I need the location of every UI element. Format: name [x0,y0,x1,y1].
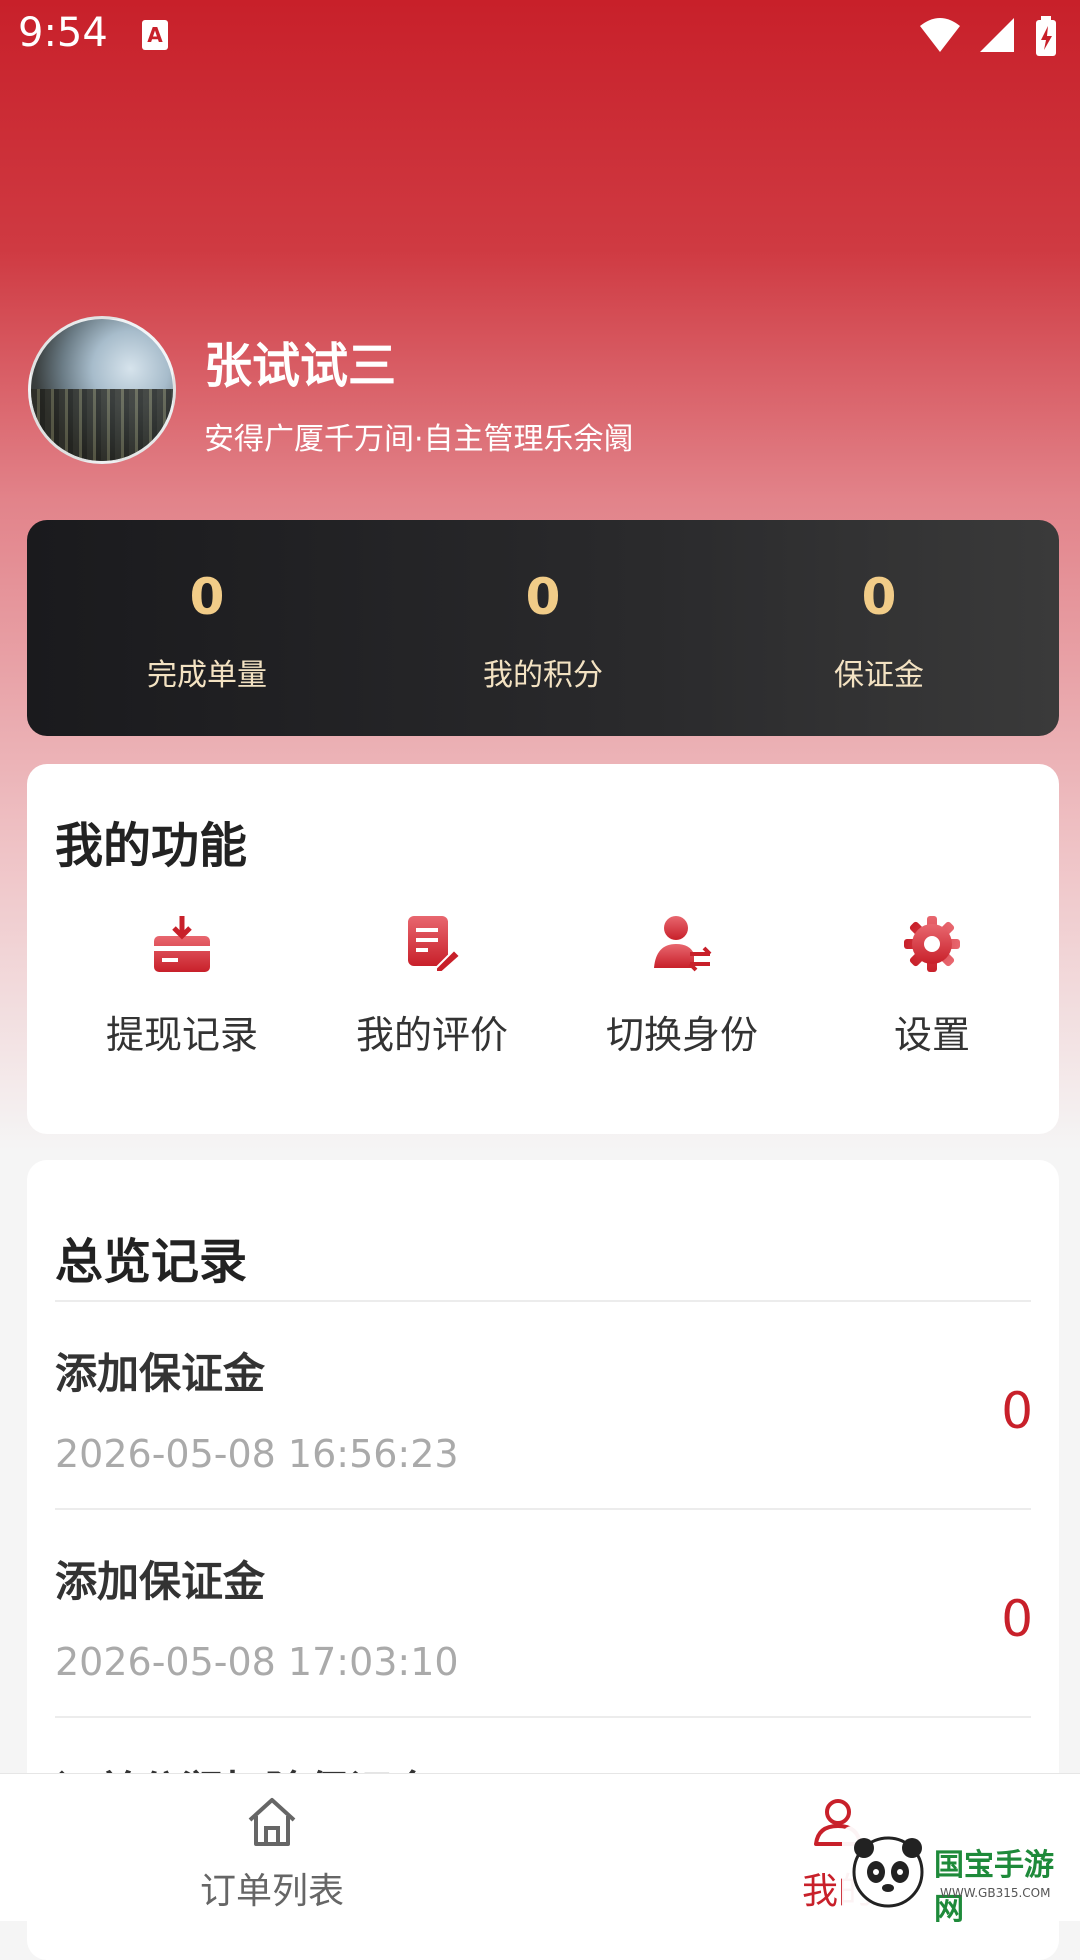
stat-value: 0 [525,568,561,626]
app-notification-icon: A [142,20,168,50]
panda-logo-icon [852,1836,924,1908]
avatar[interactable] [28,316,176,464]
signal-icon [980,18,1014,52]
stat-label: 完成单量 [147,658,267,693]
functions-card: 我的功能 提现记录 我的评价 切换身份 设置 [27,764,1059,1134]
user-name: 张试试三 [204,338,397,394]
review-edit-icon [408,916,462,973]
withdraw-icon [154,916,210,972]
wifi-icon [920,18,960,52]
site-watermark: 国宝手游网 WWW.GB315.COM [842,1826,1074,1927]
functions-title: 我的功能 [55,818,248,874]
function-settings[interactable]: 设置 [807,914,1057,1057]
tab-label: 订单列表 [199,1871,344,1912]
stat-value: 0 [861,568,897,626]
watermark-url: WWW.GB315.COM [940,1886,1051,1900]
record-value: 0 [1001,1590,1033,1648]
function-switch-identity[interactable]: 切换身份 [557,914,807,1057]
stat-label: 我的积分 [483,658,603,693]
record-title: 添加保证金 [55,1557,266,1606]
stat-points[interactable]: 0 我的积分 [393,520,693,736]
status-bar: 9:54 A [0,0,1080,72]
status-time: 9:54 [18,10,108,56]
tab-order-list[interactable]: 订单列表 [122,1774,422,1921]
list-item[interactable]: 添加保证金 2026-05-08 17:03:10 0 [27,1510,1059,1716]
record-value: 0 [1001,1382,1033,1440]
function-my-reviews[interactable]: 我的评价 [307,914,557,1057]
avatar-image [31,389,173,461]
battery-icon [1036,16,1056,56]
home-icon [248,1798,296,1846]
list-item[interactable]: 添加保证金 2026-05-08 16:56:23 0 [27,1302,1059,1508]
function-label: 我的评价 [355,1013,508,1057]
watermark-text: 国宝手游网 [934,1848,1054,1927]
user-motto: 安得广厦千万间·自主管理乐余阛 [204,422,634,457]
function-label: 设置 [893,1013,970,1057]
profile-header: 张试试三 安得广厦千万间·自主管理乐余阛 [28,316,1058,476]
function-label: 提现记录 [105,1013,258,1057]
overview-title: 总览记录 [55,1234,248,1290]
stat-value: 0 [189,568,225,626]
stat-deposit[interactable]: 0 保证金 [729,520,1029,736]
gear-icon [904,916,960,972]
status-icons [920,16,1056,56]
record-title: 添加保证金 [55,1349,266,1398]
function-withdraw-records[interactable]: 提现记录 [57,914,307,1057]
switch-user-icon [654,916,712,972]
function-label: 切换身份 [605,1013,758,1057]
record-time: 2026-05-08 17:03:10 [55,1640,459,1684]
stat-label: 保证金 [834,658,924,693]
stats-panel: 0 完成单量 0 我的积分 0 保证金 [27,520,1059,736]
stat-completed-orders[interactable]: 0 完成单量 [57,520,357,736]
record-time: 2026-05-08 16:56:23 [55,1432,459,1476]
